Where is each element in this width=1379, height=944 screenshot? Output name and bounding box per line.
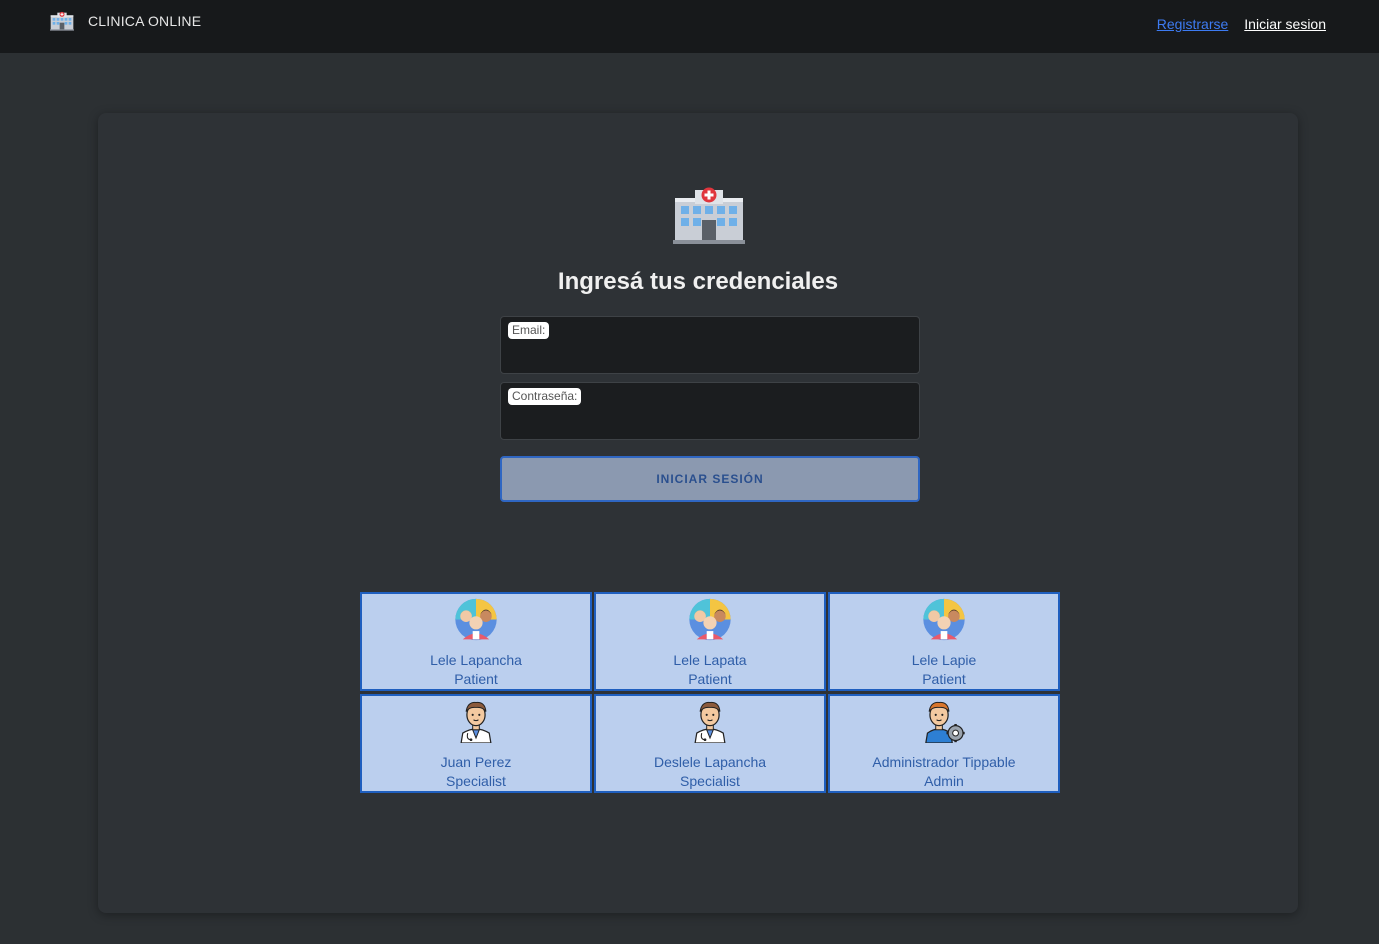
quick-user-tile[interactable]: Lele Lapancha Patient	[360, 592, 592, 691]
admin-gear-icon	[918, 700, 970, 743]
password-input[interactable]	[511, 409, 909, 435]
user-name: Lele Lapata	[673, 652, 747, 668]
user-role: Admin	[924, 773, 964, 789]
doctor-icon	[684, 700, 736, 743]
quick-user-tile[interactable]: Juan Perez Specialist	[360, 694, 592, 793]
quick-user-tile[interactable]: Lele Lapata Patient	[594, 592, 826, 691]
patient-group-icon	[450, 598, 502, 641]
user-name: Administrador Tippable	[872, 754, 1016, 770]
password-label: Contraseña:	[508, 388, 582, 405]
form-title: Ingresá tus credenciales	[557, 268, 839, 295]
user-name: Deslele Lapancha	[653, 754, 767, 770]
user-name: Lele Lapancha	[430, 652, 522, 668]
user-name: Juan Perez	[440, 754, 512, 770]
patient-group-icon	[684, 598, 736, 641]
user-role: Specialist	[680, 773, 740, 789]
hospital-icon	[673, 186, 745, 244]
register-link[interactable]: Registrarse	[1157, 16, 1229, 32]
login-card: Ingresá tus credenciales Email: Contrase…	[98, 113, 1298, 913]
password-field[interactable]: Contraseña:	[500, 382, 920, 440]
quick-user-tile[interactable]: Deslele Lapancha Specialist	[594, 694, 826, 793]
quick-access-grid: Lele Lapancha Patient Lele Lapata Patien…	[360, 592, 1060, 793]
top-navbar: CLINICA ONLINE Registrarse Iniciar sesio…	[0, 0, 1379, 53]
user-role: Patient	[922, 671, 966, 687]
user-name: Lele Lapie	[911, 652, 977, 668]
brand[interactable]: CLINICA ONLINE	[50, 10, 201, 32]
login-link[interactable]: Iniciar sesion	[1244, 16, 1326, 32]
login-button[interactable]: INICIAR SESIÓN	[500, 456, 920, 502]
email-label: Email:	[508, 322, 550, 339]
email-input[interactable]	[511, 343, 909, 369]
email-field[interactable]: Email:	[500, 316, 920, 374]
nav-links: Registrarse Iniciar sesion	[1157, 16, 1326, 32]
user-role: Patient	[688, 671, 732, 687]
quick-user-tile[interactable]: Lele Lapie Patient	[828, 592, 1060, 691]
quick-user-tile[interactable]: Administrador Tippable Admin	[828, 694, 1060, 793]
doctor-icon	[450, 700, 502, 743]
hospital-icon	[50, 10, 74, 32]
user-role: Patient	[454, 671, 498, 687]
user-role: Specialist	[446, 773, 506, 789]
patient-group-icon	[918, 598, 970, 641]
brand-title: CLINICA ONLINE	[88, 13, 202, 29]
